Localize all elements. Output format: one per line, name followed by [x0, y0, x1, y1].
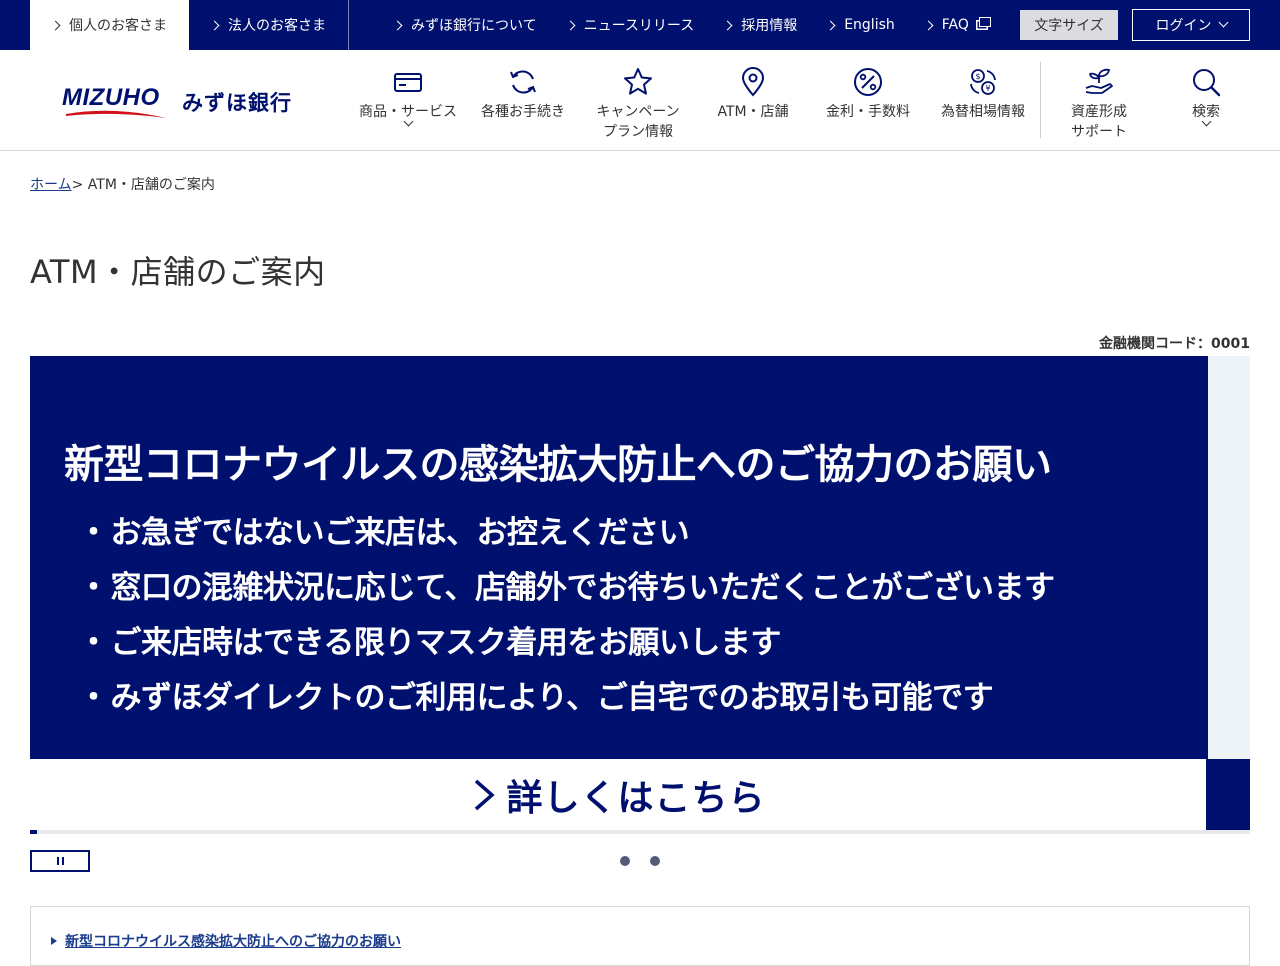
nav-exchange-rates[interactable]: $ ¥ 為替相場情報 — [933, 50, 1033, 150]
breadcrumb-current: ATM・店舗のご案内 — [87, 177, 215, 193]
next-slide-peek[interactable] — [1208, 356, 1250, 759]
nav-atm-branch-label: ATM・店舗 — [717, 104, 789, 120]
notice-link-label: 新型コロナウイルス感染拡大防止へのご協力のお願い — [65, 934, 401, 950]
login-button[interactable]: ログイン — [1132, 9, 1250, 41]
nav-rates-fees-label: 金利・手数料 — [826, 104, 910, 120]
nav-campaign-label-2: プラン情報 — [603, 124, 673, 140]
nav-procedures[interactable]: 各種お手続き — [473, 50, 573, 150]
logo-swoosh-icon — [66, 110, 166, 118]
chevron-right-icon — [392, 20, 403, 30]
breadcrumb: ホーム> ATM・店舗のご案内 — [30, 174, 215, 194]
chevron-right-icon — [50, 20, 61, 30]
logo-wordmark: MIZUHO — [62, 84, 160, 111]
nav-procedures-label: 各種お手続き — [481, 104, 565, 120]
logo-bank-name: みずほ銀行 — [182, 91, 292, 115]
star-icon — [624, 68, 652, 95]
link-recruit[interactable]: 採用情報 — [722, 15, 798, 35]
svg-text:¥: ¥ — [985, 84, 990, 93]
chevron-right-icon — [209, 20, 220, 30]
tab-personal-label: 個人のお客さま — [69, 18, 167, 34]
link-faq-label: FAQ — [941, 17, 969, 33]
currency-exchange-icon: $ ¥ — [970, 69, 996, 95]
carousel-pagination — [620, 856, 660, 866]
carousel-pause-button[interactable] — [30, 850, 90, 872]
svg-text:$: $ — [975, 72, 980, 81]
nav-rates-fees[interactable]: 金利・手数料 — [818, 50, 918, 150]
page-title: ATM・店舗のご案内 — [30, 253, 326, 291]
carousel-progress-fill — [30, 830, 37, 834]
carousel-dot-1[interactable] — [620, 856, 630, 866]
top-utility-bar: 個人のお客さま 法人のお客さま みずほ銀行について ニュースリリース 採用情報 … — [0, 0, 1280, 50]
global-header: MIZUHO みずほ銀行 商品・サービス 各種お手続き キャンペーン プラン情報… — [0, 50, 1280, 151]
chevron-down-icon — [1218, 17, 1228, 27]
chevron-right-icon — [722, 20, 733, 30]
tab-corporate-label: 法人のお客さま — [228, 18, 326, 34]
nav-campaign-label-1: キャンペーン — [596, 104, 680, 120]
utility-links: みずほ銀行について ニュースリリース 採用情報 English FAQ — [392, 0, 991, 50]
banner-cta-label: 詳しくはこちら — [506, 777, 766, 819]
mizuho-logo-mark: MIZUHO — [62, 84, 168, 124]
link-news[interactable]: ニュースリリース — [565, 15, 695, 35]
banner-list: お急ぎではないご来店は、お控えください 窓口の混雑状況に応じて、店舗外でお待ちい… — [78, 508, 1055, 728]
next-slide-peek-bottom — [1206, 759, 1250, 830]
nav-atm-branch[interactable]: ATM・店舗 — [703, 50, 803, 150]
link-english-label: English — [844, 17, 895, 33]
nav-asset-support-label-1: 資産形成 — [1071, 104, 1127, 120]
tab-corporate[interactable]: 法人のお客さま — [189, 0, 349, 50]
banner-list-item: みずほダイレクトのご利用により、ご自宅でのお取引も可能です — [78, 673, 1054, 728]
banner-title: 新型コロナウイルスの感染拡大防止へのご協力のお願い — [64, 442, 1052, 488]
link-faq[interactable]: FAQ — [923, 17, 991, 33]
map-pin-icon — [741, 67, 765, 97]
carousel-slide-banner[interactable]: 新型コロナウイルスの感染拡大防止へのご協力のお願い お急ぎではないご来店は、お控… — [30, 356, 1208, 830]
banner-list-item: ご来店時はできる限りマスク着用をお願いします — [78, 618, 1054, 673]
new-window-icon — [978, 17, 991, 27]
link-recruit-label: 採用情報 — [741, 18, 798, 34]
search-icon — [1193, 69, 1221, 97]
link-english[interactable]: English — [825, 17, 895, 33]
chevron-right-icon — [923, 20, 934, 30]
financial-institution-code: 金融機関コード：0001 — [1099, 336, 1250, 352]
notice-link[interactable]: 新型コロナウイルス感染拡大防止へのご協力のお願い — [51, 931, 401, 951]
logo[interactable]: MIZUHO みずほ銀行 — [62, 84, 292, 124]
link-about[interactable]: みずほ銀行について — [392, 15, 537, 35]
banner-cta[interactable]: 詳しくはこちら — [30, 759, 1208, 830]
nav-asset-support[interactable]: 資産形成 サポート — [1049, 50, 1149, 150]
hand-plant-icon — [1085, 68, 1113, 94]
font-size-button[interactable]: 文字サイズ — [1020, 10, 1118, 40]
breadcrumb-separator: > — [71, 177, 84, 193]
triangle-right-icon — [51, 937, 57, 945]
nav-products[interactable]: 商品・サービス — [358, 50, 458, 150]
chevron-right-icon — [565, 20, 576, 30]
notice-box: 新型コロナウイルス感染拡大防止へのご協力のお願い — [30, 906, 1250, 966]
pause-icon — [61, 857, 64, 865]
chevron-right-icon — [475, 779, 496, 810]
breadcrumb-home[interactable]: ホーム — [30, 177, 72, 193]
nav-campaign[interactable]: キャンペーン プラン情報 — [588, 50, 688, 150]
carousel-progress-bar — [30, 830, 1250, 834]
tab-personal[interactable]: 個人のお客さま — [30, 0, 189, 50]
card-icon — [394, 73, 422, 92]
banner-list-item: 窓口の混雑状況に応じて、店舗外でお待ちいただくことがございます — [78, 563, 1055, 618]
refresh-icon — [510, 70, 536, 94]
nav-asset-support-label-2: サポート — [1071, 124, 1127, 140]
nav-search[interactable]: 検索 — [1156, 50, 1256, 150]
login-label: ログイン — [1155, 18, 1212, 34]
pause-icon — [56, 857, 59, 865]
banner-list-item: お急ぎではないご来店は、お控えください — [78, 508, 1054, 563]
chevron-right-icon — [825, 20, 836, 30]
percent-icon — [854, 68, 882, 96]
nav-divider — [1040, 62, 1041, 138]
link-news-label: ニュースリリース — [583, 18, 695, 34]
link-about-label: みずほ銀行について — [411, 18, 537, 34]
nav-exchange-rates-label: 為替相場情報 — [941, 104, 1025, 120]
carousel-dot-2[interactable] — [650, 856, 660, 866]
